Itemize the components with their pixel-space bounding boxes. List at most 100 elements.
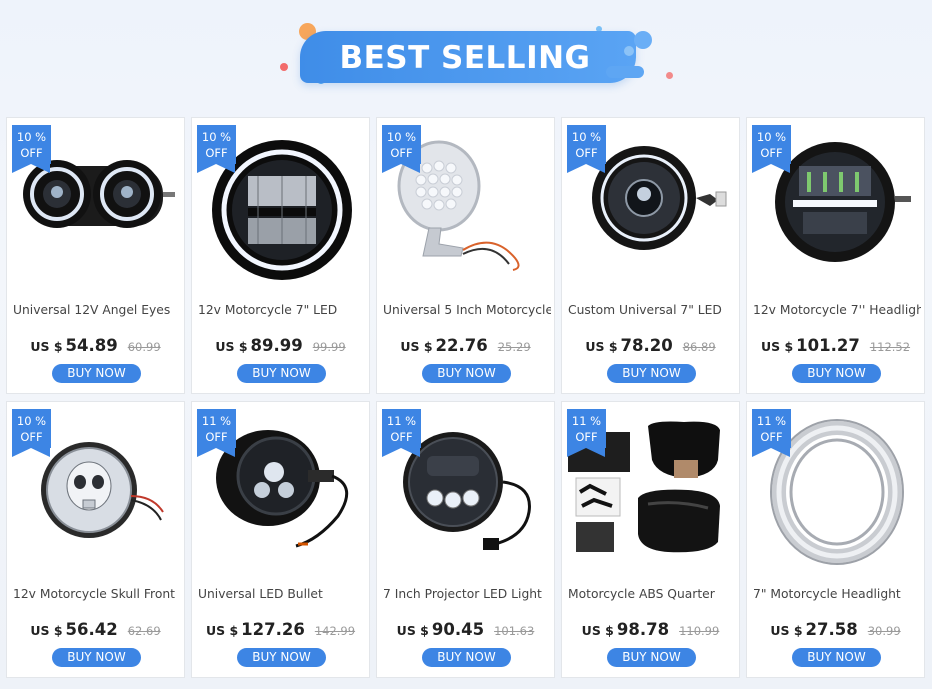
product-card[interactable]: 10 % OFF Custom Universal 7" LED US $78.… [561,117,740,394]
discount-badge: 10 % OFF [12,409,51,457]
discount-percent: 10 % [16,130,47,144]
discount-percent: 10 % [571,130,602,144]
buy-now-button[interactable]: BUY NOW [792,648,881,667]
product-card[interactable]: 10 % OFF 12v Motorcycle 7" LED US $89.99… [191,117,370,394]
discount-off-label: OFF [575,430,598,444]
currency-label: US $ [585,339,618,354]
original-price: 112.52 [869,340,911,354]
price-row: US $56.42 62.69 [7,620,184,640]
discount-badge: 10 % OFF [197,125,236,173]
product-card[interactable]: 10 % OFF 12v Motorcycle Skull Front US $… [6,401,185,678]
original-price: 101.63 [494,624,535,638]
product-title[interactable]: 7 Inch Projector LED Light [383,587,551,601]
original-price: 25.29 [497,340,531,354]
currency-label: US $ [396,623,429,638]
sale-price: 56.42 [65,620,118,639]
buy-now-button[interactable]: BUY NOW [422,364,511,383]
discount-percent: 10 % [201,130,232,144]
original-price: 86.89 [682,340,716,354]
buy-now-button[interactable]: BUY NOW [237,364,326,383]
buy-now-button[interactable]: BUY NOW [237,648,326,667]
sale-price: 54.89 [65,336,118,355]
sale-price: 98.78 [616,620,670,639]
currency-label: US $ [760,339,794,354]
discount-badge: 11 % OFF [752,409,791,457]
product-card[interactable]: 10 % OFF Universal 5 Inch Motorcycle US … [376,117,555,394]
discount-off-label: OFF [205,430,228,444]
product-title[interactable]: 12v Motorcycle 7'' Headlight [753,303,921,317]
product-title[interactable]: 7" Motorcycle Headlight [753,587,921,601]
discount-off-label: OFF [760,430,783,444]
discount-off-label: OFF [575,146,598,160]
price-row: US $101.27 112.52 [747,336,924,356]
decor-dot-pink [666,72,673,79]
price-row: US $89.99 99.99 [192,336,369,356]
product-title[interactable]: Universal 5 Inch Motorcycle [383,303,551,317]
discount-off-label: OFF [390,430,413,444]
sale-price: 78.20 [620,336,673,355]
price-row: US $127.26 142.99 [192,620,369,640]
buy-now-button[interactable]: BUY NOW [52,648,141,667]
sale-price: 127.26 [241,620,305,639]
original-price: 142.99 [314,624,356,638]
discount-percent: 10 % [756,130,787,144]
discount-off-label: OFF [20,430,43,444]
currency-label: US $ [400,339,433,354]
discount-badge: 11 % OFF [382,409,421,457]
price-row: US $78.20 86.89 [562,336,739,356]
product-title[interactable]: 12v Motorcycle 7" LED [198,303,366,317]
product-title[interactable]: Universal LED Bullet [198,587,366,601]
discount-badge: 10 % OFF [12,125,51,173]
price-row: US $27.58 30.99 [747,620,924,640]
price-row: US $98.78 110.99 [562,620,739,640]
currency-label: US $ [205,623,239,638]
original-price: 99.99 [312,340,346,354]
sale-price: 89.99 [250,336,303,355]
sale-price: 27.58 [805,620,858,639]
product-title[interactable]: Universal 12V Angel Eyes [13,303,181,317]
discount-percent: 11 % [386,414,417,428]
discount-percent: 11 % [201,414,232,428]
buy-now-button[interactable]: BUY NOW [52,364,141,383]
best-selling-banner: BEST SELLING [0,0,932,100]
currency-label: US $ [215,339,248,354]
product-card[interactable]: 11 % OFF Universal LED Bullet US $127.26… [191,401,370,678]
currency-label: US $ [581,623,614,638]
original-price: 62.69 [127,624,161,638]
discount-off-label: OFF [760,146,783,160]
product-card[interactable]: 11 % OFF Motorcycle ABS Quarter US $98.7… [561,401,740,678]
buy-now-button[interactable]: BUY NOW [792,364,881,383]
product-card[interactable]: 11 % OFF 7 Inch Projector LED Light US $… [376,401,555,678]
product-card[interactable]: 11 % OFF 7" Motorcycle Headlight US $27.… [746,401,925,678]
buy-now-button[interactable]: BUY NOW [607,364,696,383]
product-card[interactable]: 10 % OFF Universal 12V Angel Eyes US $54… [6,117,185,394]
discount-off-label: OFF [390,146,413,160]
original-price: 60.99 [127,340,161,354]
discount-off-label: OFF [205,146,228,160]
product-title[interactable]: Motorcycle ABS Quarter [568,587,736,601]
discount-badge: 10 % OFF [382,125,421,173]
product-title[interactable]: 12v Motorcycle Skull Front [13,587,181,601]
decor-bubble-1 [634,31,652,49]
discount-badge: 10 % OFF [567,125,606,173]
currency-label: US $ [30,623,63,638]
price-row: US $22.76 25.29 [377,336,554,356]
discount-percent: 10 % [386,130,417,144]
product-grid: 10 % OFF Universal 12V Angel Eyes US $ 54… [6,117,925,678]
discount-percent: 11 % [571,414,602,428]
sale-price: 101.27 [796,336,860,355]
buy-now-button[interactable]: BUY NOW [607,648,696,667]
discount-percent: 11 % [756,414,787,428]
product-card[interactable]: 10 % OFF 12v Motorcycle 7'' Headlight US… [746,117,925,394]
price-row: US $54.89 60.99 [7,336,184,356]
discount-badge: 11 % OFF [197,409,236,457]
sale-price: 90.45 [431,620,485,639]
product-title[interactable]: Custom Universal 7" LED [568,303,736,317]
buy-now-button[interactable]: BUY NOW [422,648,511,667]
discount-off-label: OFF [20,146,43,160]
decor-dot-red [280,63,288,71]
discount-badge: 11 % OFF [567,409,606,457]
sale-price: 22.76 [435,336,488,355]
original-price: 110.99 [679,624,720,638]
discount-percent: 10 % [16,414,47,428]
